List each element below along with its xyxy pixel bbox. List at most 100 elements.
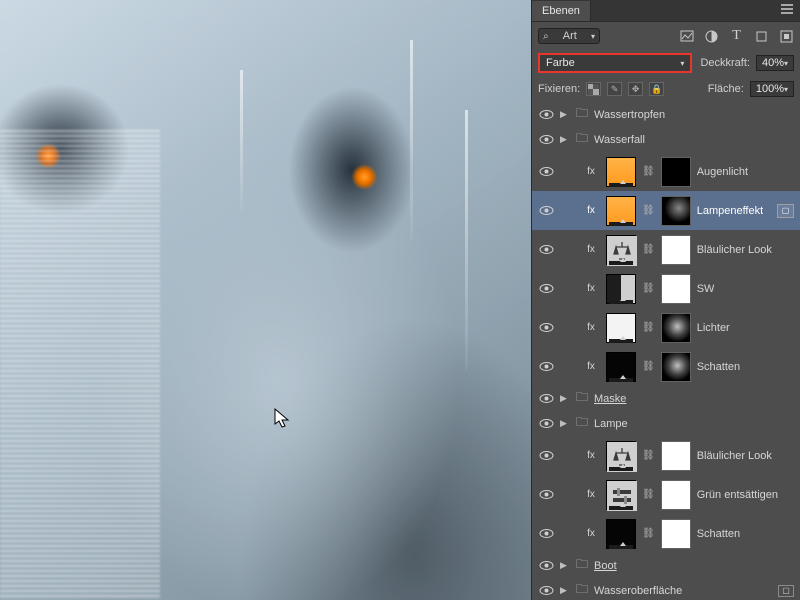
panel-menu-icon[interactable] (774, 4, 800, 17)
layer-fx-indicator[interactable]: fx (582, 361, 600, 372)
visibility-toggle[interactable] (538, 585, 554, 596)
layer-mask-thumbnail[interactable] (661, 352, 691, 382)
layer-row[interactable]: fx⛓Grün entsättigen (532, 475, 800, 514)
layer-thumbnail[interactable] (606, 519, 636, 549)
layer-row[interactable]: fx⛓Lampeneffekt▢ (532, 191, 800, 230)
layer-mask-thumbnail[interactable] (661, 441, 691, 471)
layers-panel: Ebenen ⌕ Art ▾ T Farbe ▾ Deckkraft: 40%▾… (531, 0, 800, 600)
lock-position-icon[interactable]: ✥ (628, 82, 643, 96)
layer-fx-indicator[interactable]: fx (582, 205, 600, 216)
tab-layers[interactable]: Ebenen (532, 1, 591, 21)
visibility-toggle[interactable] (538, 489, 554, 500)
layer-group-row[interactable]: ▶🗀Boot (532, 553, 800, 578)
fill-value[interactable]: 100%▾ (750, 81, 794, 97)
layer-mask-thumbnail[interactable] (661, 480, 691, 510)
lock-transparency-icon[interactable] (586, 82, 601, 96)
blend-row: Farbe ▾ Deckkraft: 40%▾ (532, 50, 800, 76)
visibility-toggle[interactable] (538, 528, 554, 539)
layer-extra-icon[interactable]: ▢ (777, 204, 794, 218)
layer-fx-indicator[interactable]: fx (582, 528, 600, 539)
mask-link-icon[interactable]: ⛓ (642, 283, 655, 294)
layer-row[interactable]: fx⛓SW (532, 269, 800, 308)
layer-mask-thumbnail[interactable] (661, 196, 691, 226)
mask-link-icon[interactable]: ⛓ (642, 322, 655, 333)
expand-toggle[interactable]: ▶ (560, 418, 570, 429)
group-extra-icon[interactable]: ▢ (778, 585, 794, 597)
group-name: Maske (594, 393, 626, 405)
layer-fx-indicator[interactable]: fx (582, 450, 600, 461)
layer-thumbnail[interactable] (606, 313, 636, 343)
layer-thumbnail[interactable] (606, 441, 636, 471)
visibility-toggle[interactable] (538, 418, 554, 429)
filter-shape-icon[interactable] (754, 29, 769, 44)
expand-toggle[interactable]: ▶ (560, 393, 570, 404)
layer-row[interactable]: fx⛓Augenlicht (532, 152, 800, 191)
lock-pixels-icon[interactable]: ✎ (607, 82, 622, 96)
layer-group-row[interactable]: ▶🗀Maske (532, 386, 800, 411)
layer-row[interactable]: fx⛓Lichter (532, 308, 800, 347)
canvas-viewport[interactable] (0, 0, 531, 600)
layer-row[interactable]: fx⛓Schatten (532, 514, 800, 553)
layer-group-row[interactable]: ▶🗀Wasserfall (532, 127, 800, 152)
filter-type-icon[interactable]: T (729, 29, 744, 44)
layer-group-row[interactable]: ▶🗀Lampe (532, 411, 800, 436)
layer-thumbnail[interactable] (606, 196, 636, 226)
layer-fx-indicator[interactable]: fx (582, 283, 600, 294)
layer-fx-indicator[interactable]: fx (582, 244, 600, 255)
folder-icon: 🗀 (576, 104, 588, 125)
layer-row[interactable]: fx⛓Schatten (532, 347, 800, 386)
visibility-toggle[interactable] (538, 109, 554, 120)
expand-toggle[interactable]: ▶ (560, 585, 570, 596)
visibility-toggle[interactable] (538, 134, 554, 145)
layers-list[interactable]: ▶🗀Wassertropfen▶🗀Wasserfallfx⛓Augenlicht… (532, 102, 800, 600)
layer-fx-indicator[interactable]: fx (582, 489, 600, 500)
water-drip (240, 70, 243, 210)
mask-link-icon[interactable]: ⛓ (642, 528, 655, 539)
layer-thumbnail[interactable] (606, 352, 636, 382)
layer-thumbnail[interactable] (606, 157, 636, 187)
layer-mask-thumbnail[interactable] (661, 157, 691, 187)
visibility-toggle[interactable] (538, 361, 554, 372)
layer-mask-thumbnail[interactable] (661, 519, 691, 549)
visibility-toggle[interactable] (538, 244, 554, 255)
visibility-toggle[interactable] (538, 322, 554, 333)
layer-thumbnail[interactable] (606, 274, 636, 304)
visibility-toggle[interactable] (538, 283, 554, 294)
mask-link-icon[interactable]: ⛓ (642, 244, 655, 255)
mask-link-icon[interactable]: ⛓ (642, 450, 655, 461)
mask-link-icon[interactable]: ⛓ (642, 489, 655, 500)
mask-link-icon[interactable]: ⛓ (642, 166, 655, 177)
layer-thumbnail[interactable] (606, 235, 636, 265)
filter-smart-icon[interactable] (779, 29, 794, 44)
visibility-toggle[interactable] (538, 205, 554, 216)
chevron-down-icon: ▾ (784, 59, 788, 68)
mask-link-icon[interactable]: ⛓ (642, 361, 655, 372)
filter-pixel-icon[interactable] (679, 29, 694, 44)
expand-toggle[interactable]: ▶ (560, 109, 570, 120)
chevron-down-icon: ▾ (680, 59, 684, 68)
opacity-value[interactable]: 40%▾ (756, 55, 794, 71)
chevron-down-icon: ▾ (784, 85, 788, 94)
layer-thumbnail[interactable] (606, 480, 636, 510)
filter-adjust-icon[interactable] (704, 29, 719, 44)
layer-filter-kind-label: Art (563, 30, 577, 42)
mask-link-icon[interactable]: ⛓ (642, 205, 655, 216)
expand-toggle[interactable]: ▶ (560, 560, 570, 571)
layer-group-row[interactable]: ▶🗀Wasseroberfläche▢ (532, 578, 800, 600)
visibility-toggle[interactable] (538, 393, 554, 404)
visibility-toggle[interactable] (538, 450, 554, 461)
blend-mode-select[interactable]: Farbe ▾ (538, 53, 692, 73)
lock-all-icon[interactable]: 🔒 (649, 82, 664, 96)
layer-filter-kind[interactable]: ⌕ Art ▾ (538, 28, 600, 44)
layer-fx-indicator[interactable]: fx (582, 322, 600, 333)
layer-fx-indicator[interactable]: fx (582, 166, 600, 177)
layer-row[interactable]: fx⛓Bläulicher Look (532, 436, 800, 475)
layer-row[interactable]: fx⛓Bläulicher Look (532, 230, 800, 269)
expand-toggle[interactable]: ▶ (560, 134, 570, 145)
visibility-toggle[interactable] (538, 560, 554, 571)
visibility-toggle[interactable] (538, 166, 554, 177)
layer-mask-thumbnail[interactable] (661, 274, 691, 304)
layer-group-row[interactable]: ▶🗀Wassertropfen (532, 102, 800, 127)
layer-mask-thumbnail[interactable] (661, 313, 691, 343)
layer-mask-thumbnail[interactable] (661, 235, 691, 265)
